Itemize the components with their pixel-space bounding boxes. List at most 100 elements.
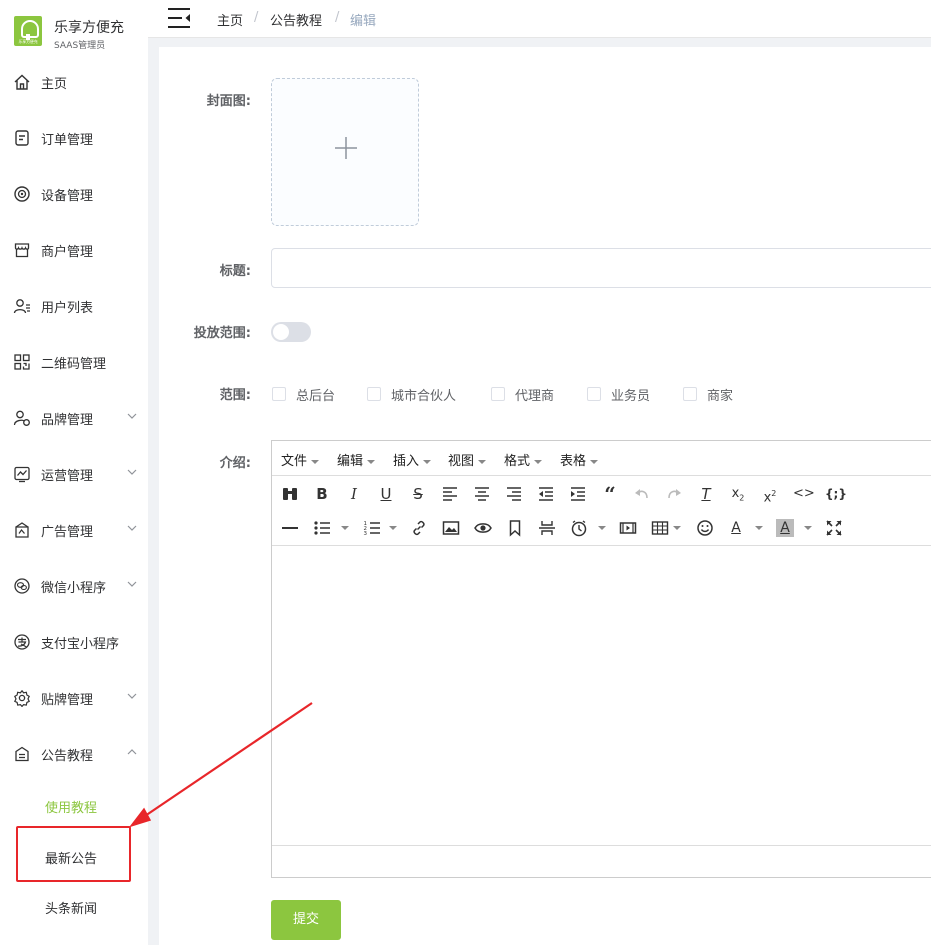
fullscreen-icon[interactable] (825, 519, 843, 537)
menu-view[interactable]: 视图 (448, 450, 487, 469)
background-color-icon[interactable]: A (776, 519, 794, 537)
caret-icon[interactable] (598, 526, 606, 530)
media-icon[interactable] (619, 519, 637, 537)
preview-icon[interactable] (474, 519, 492, 537)
strikethrough-icon[interactable]: S (409, 485, 427, 503)
link-icon[interactable] (410, 519, 428, 537)
subscript-icon[interactable]: x2 (729, 485, 747, 503)
chevron-down-icon (127, 693, 137, 699)
numbered-list-icon[interactable]: 123 (363, 519, 381, 537)
emoticon-icon[interactable] (696, 519, 714, 537)
menu-label: 格式 (504, 454, 531, 469)
sidebar-item-devices[interactable]: 设备管理 (0, 174, 148, 214)
blockquote-icon[interactable]: “ (601, 484, 619, 504)
sidebar-item-brand[interactable]: 品牌管理 (0, 398, 148, 438)
sidebar-item-merchants[interactable]: 商户管理 (0, 230, 148, 270)
bold-icon[interactable]: B (313, 485, 331, 503)
table-icon[interactable] (651, 519, 669, 537)
menu-format[interactable]: 格式 (504, 450, 543, 469)
checkbox-label: 总后台 (296, 389, 336, 404)
redo-icon[interactable] (665, 485, 683, 503)
sidebar-item-ads[interactable]: 广告管理 (0, 510, 148, 550)
checkbox-box (367, 387, 381, 401)
menu-file[interactable]: 文件 (281, 450, 320, 469)
chevron-down-icon (127, 525, 137, 531)
menu-label: 插入 (393, 454, 420, 469)
code-sample-icon[interactable]: {;} (825, 485, 847, 503)
image-icon[interactable] (442, 519, 460, 537)
menu-edit[interactable]: 编辑 (337, 450, 376, 469)
indent-icon[interactable] (569, 485, 587, 503)
sidebar-item-notices[interactable]: 公告教程 (0, 734, 148, 774)
align-center-icon[interactable] (473, 485, 491, 503)
breadcrumb-home[interactable]: 主页 (217, 10, 243, 29)
chevron-up-icon (127, 749, 137, 755)
sidebar-item-qrcode[interactable]: 二维码管理 (0, 342, 148, 382)
menu-insert[interactable]: 插入 (393, 450, 432, 469)
undo-icon[interactable] (633, 485, 651, 503)
scope-toggle-switch[interactable] (271, 322, 311, 342)
sidebar-subitem-latest-notices[interactable]: 最新公告 (0, 837, 148, 877)
sidebar-item-wechat[interactable]: 微信小程序 (0, 566, 148, 606)
sidebar: 乐享方便充 乐享方便充 SAAS管理员 主页 订单管理 设备管理 商户管理 用户… (0, 0, 148, 945)
sidebar-subitem-tutorials[interactable]: 使用教程 (0, 786, 148, 826)
align-right-icon[interactable] (505, 485, 523, 503)
sidebar-item-oem[interactable]: 贴牌管理 (0, 678, 148, 718)
qrcode-icon (14, 354, 30, 370)
checkbox-box (272, 387, 286, 401)
clear-format-icon[interactable]: T (697, 485, 715, 503)
sidebar-item-orders[interactable]: 订单管理 (0, 118, 148, 158)
caret-icon[interactable] (341, 526, 349, 530)
chevron-down-icon (127, 469, 137, 475)
find-icon[interactable] (281, 485, 299, 503)
menu-toggle-icon[interactable] (168, 7, 192, 29)
sidebar-item-alipay[interactable]: 支付宝小程序 (0, 622, 148, 662)
caret-icon[interactable] (804, 526, 812, 530)
sidebar-item-home[interactable]: 主页 (0, 62, 148, 102)
caret-icon[interactable] (389, 526, 397, 530)
align-left-icon[interactable] (441, 485, 459, 503)
menu-label: 编辑 (337, 454, 364, 469)
superscript-icon[interactable]: x2 (761, 485, 779, 505)
notice-icon (15, 746, 29, 762)
caret-icon[interactable] (755, 526, 763, 530)
bullet-list-icon[interactable] (313, 519, 331, 537)
home-icon (14, 74, 30, 90)
caret-icon[interactable] (673, 526, 681, 530)
top-bar: 主页 / 公告教程 / 编辑 (148, 0, 931, 38)
title-input[interactable] (271, 248, 931, 288)
sidebar-item-operations[interactable]: 运营管理 (0, 454, 148, 494)
bookmark-icon[interactable] (506, 519, 524, 537)
cover-label: 封面图: (206, 94, 251, 109)
sidebar-subitem-headlines[interactable]: 头条新闻 (0, 887, 148, 927)
sidebar-item-users[interactable]: 用户列表 (0, 286, 148, 326)
chevron-down-icon (127, 581, 137, 587)
breadcrumb-current: 编辑 (350, 14, 377, 29)
italic-icon[interactable]: I (345, 485, 363, 503)
page-break-icon[interactable] (538, 519, 556, 537)
editor-menubar: 文件 编辑 插入 视图 格式 表格 (272, 441, 931, 476)
brand-name: 乐享方便充 (54, 20, 124, 36)
cover-uploader[interactable] (271, 78, 419, 226)
checkbox-box (587, 387, 601, 401)
menu-table[interactable]: 表格 (560, 450, 599, 469)
submit-button[interactable]: 提交 (271, 900, 341, 940)
intro-label: 介绍: (219, 456, 251, 471)
breadcrumb-notices[interactable]: 公告教程 (270, 10, 322, 29)
code-icon[interactable]: <> (793, 485, 815, 503)
breadcrumb-separator: / (335, 10, 340, 25)
underline-icon[interactable]: U (377, 485, 395, 503)
horizontal-rule-icon[interactable] (281, 519, 299, 537)
sidebar-item-label: 主页 (41, 77, 68, 92)
sidebar-subitem-label: 使用教程 (45, 801, 98, 816)
brand-role: SAAS管理员 (54, 41, 106, 51)
editor-content-area[interactable] (272, 545, 931, 846)
sidebar-item-label: 订单管理 (41, 133, 94, 148)
sidebar-item-label: 设备管理 (41, 189, 94, 204)
sidebar-item-label: 贴牌管理 (41, 693, 94, 708)
text-color-icon[interactable]: A (727, 519, 745, 537)
wechat-icon (14, 578, 30, 594)
outdent-icon[interactable] (537, 485, 555, 503)
scope-toggle-label: 投放范围: (193, 326, 251, 341)
clock-icon[interactable] (570, 519, 588, 537)
